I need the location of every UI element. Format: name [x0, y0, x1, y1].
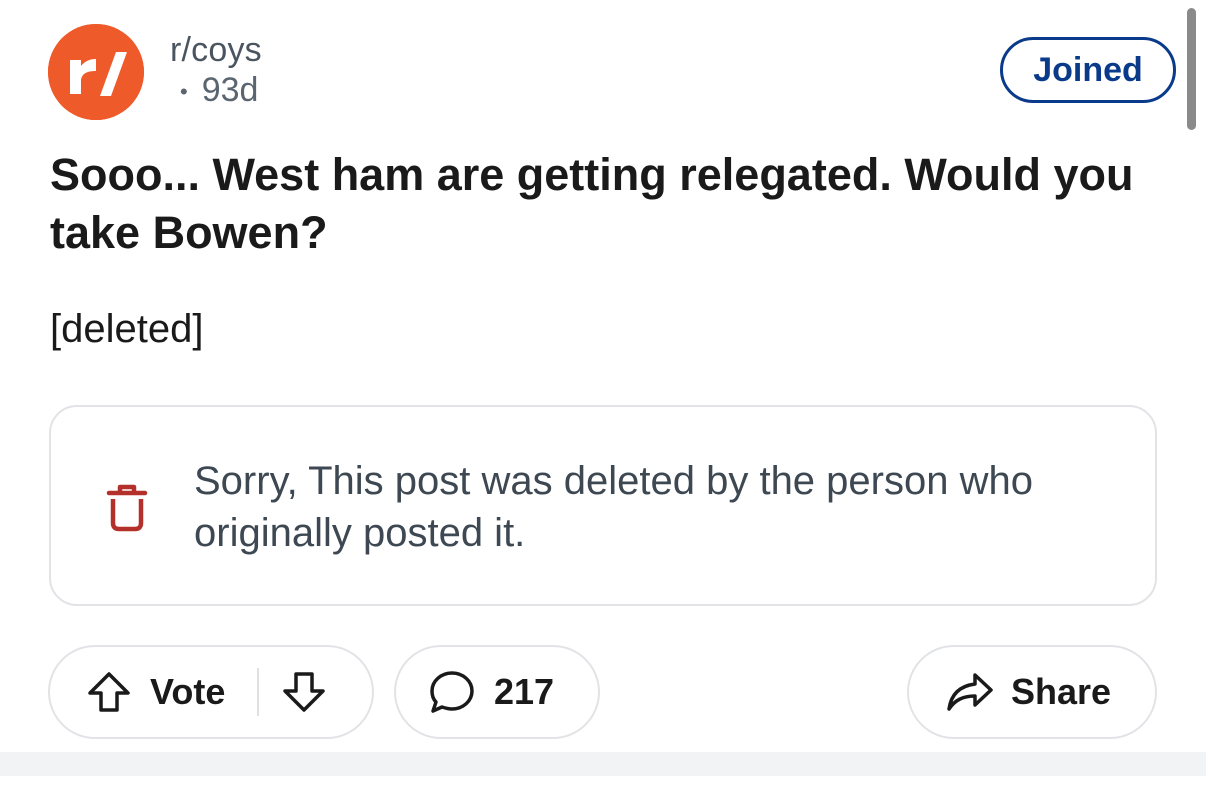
- post-screen: r/coys • 93d Joined Sooo... West ham are …: [0, 0, 1206, 788]
- trash-icon: [101, 479, 153, 540]
- footer-divider: [0, 752, 1206, 776]
- deleted-notice-card: Sorry, This post was deleted by the pers…: [49, 405, 1157, 606]
- post-meta: r/coys • 93d: [170, 30, 262, 112]
- post-age: 93d: [201, 71, 259, 109]
- subreddit-name[interactable]: r/coys: [170, 30, 262, 70]
- deleted-notice-text: Sorry, This post was deleted by the pers…: [194, 459, 1033, 555]
- subreddit-logo-icon: [48, 24, 144, 120]
- share-arrow-icon: [945, 669, 995, 715]
- comment-count: 217: [494, 671, 555, 712]
- comments-button[interactable]: 217: [394, 645, 600, 739]
- post-title: Sooo... West ham are getting relegated. …: [50, 149, 1134, 258]
- post-age-row: • 93d: [170, 70, 262, 112]
- meta-separator: •: [180, 79, 188, 105]
- post-body: [deleted]: [50, 307, 204, 351]
- share-label: Share: [1011, 671, 1112, 712]
- share-button[interactable]: Share: [907, 645, 1157, 739]
- scrollbar[interactable]: [1187, 8, 1196, 130]
- upvote-icon[interactable]: [86, 669, 132, 715]
- downvote-icon[interactable]: [281, 669, 327, 715]
- joined-button[interactable]: Joined: [1000, 37, 1176, 103]
- subreddit-avatar[interactable]: [48, 24, 144, 120]
- vote-divider: [257, 668, 260, 716]
- comment-bubble-icon: [428, 669, 476, 715]
- vote-label[interactable]: Vote: [150, 671, 225, 713]
- vote-bar: Vote: [48, 645, 374, 739]
